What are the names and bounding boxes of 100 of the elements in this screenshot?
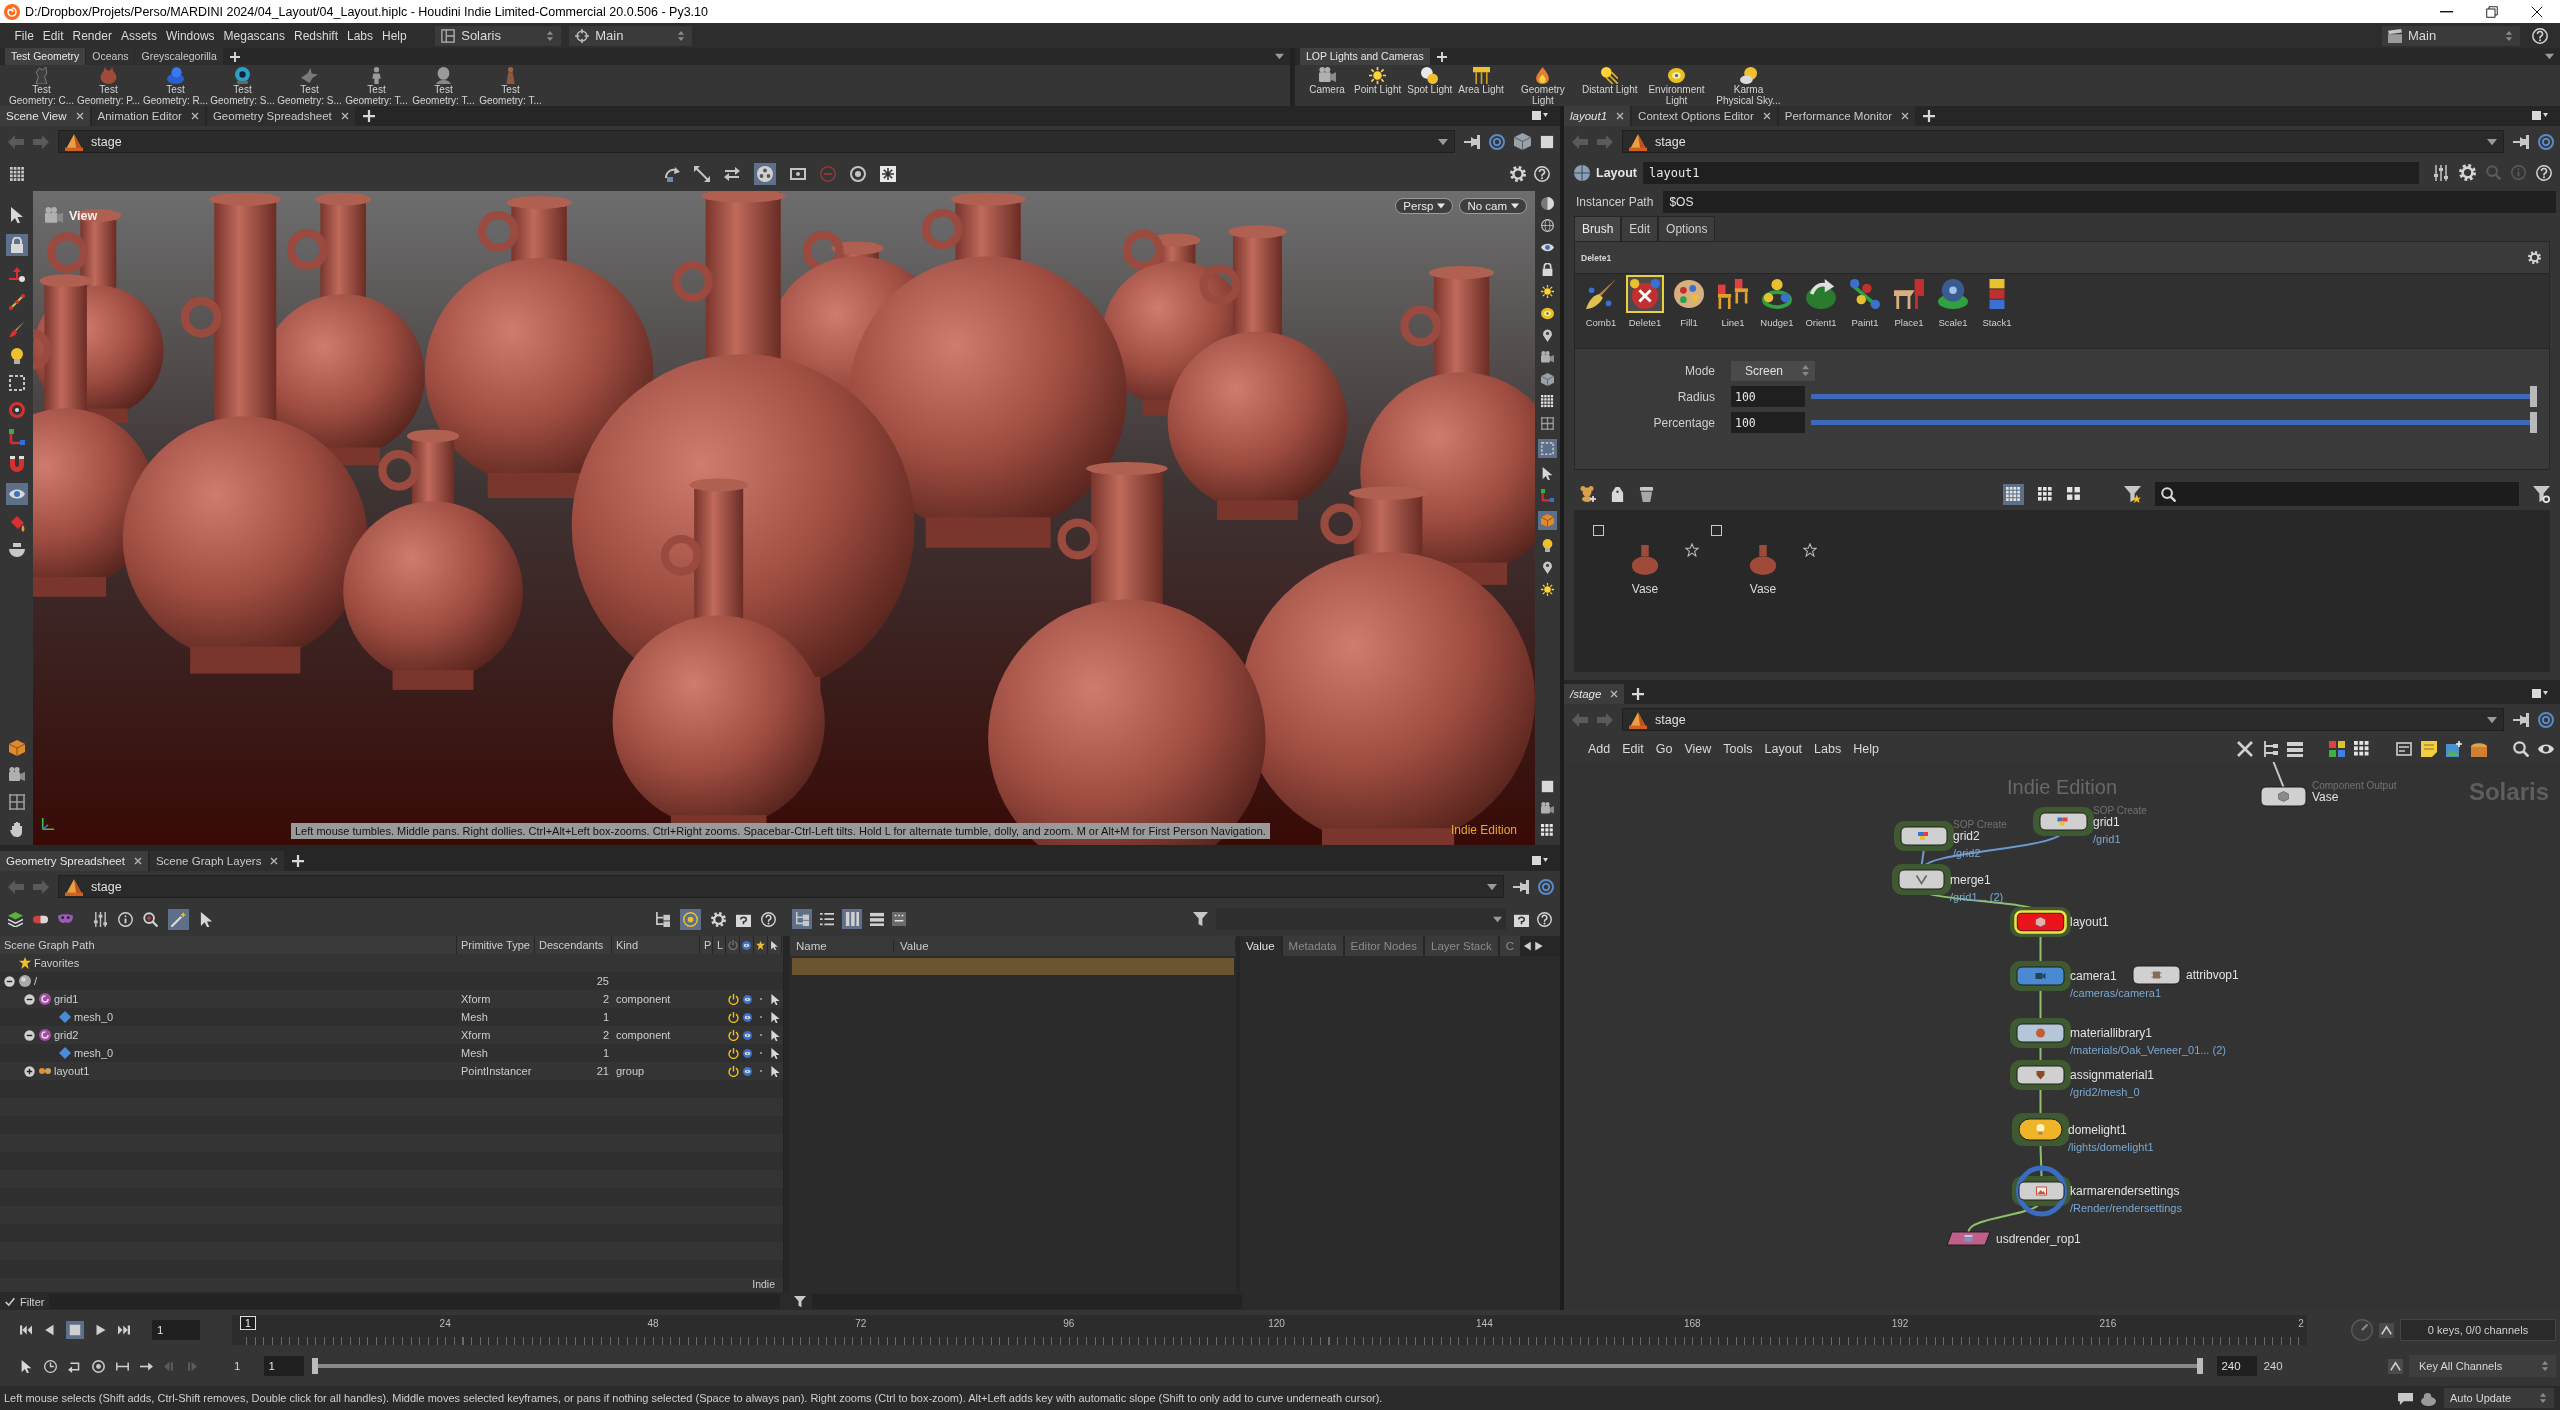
path-field[interactable]: stage	[1622, 708, 2504, 731]
tile-grid-icon[interactable]	[2038, 486, 2053, 502]
dense-grid-icon[interactable]	[1541, 395, 1554, 408]
ring-icon[interactable]	[92, 1359, 105, 1373]
node-name[interactable]: layout1	[2070, 915, 2109, 929]
play-icon[interactable]	[1534, 941, 1545, 951]
box-icon[interactable]	[8, 740, 25, 756]
square-icon[interactable]	[1540, 134, 1554, 149]
move-handle-icon[interactable]	[8, 267, 25, 283]
rows-icon[interactable]	[870, 912, 884, 926]
shelf-tab[interactable]: LOP Lights and Cameras	[1300, 48, 1430, 65]
pin-icon[interactable]	[2513, 133, 2529, 150]
key-channels-icon[interactable]	[2388, 1358, 2403, 1374]
tree-item[interactable]: mesh_0	[74, 1011, 114, 1023]
padlock-icon[interactable]	[5, 234, 28, 256]
network-node[interactable]	[2016, 966, 2065, 986]
node-name[interactable]: Vase	[2312, 789, 2339, 804]
menu-item[interactable]: File	[10, 28, 39, 43]
magnet-icon[interactable]	[8, 456, 25, 472]
search-field[interactable]	[2155, 482, 2519, 506]
tree-item[interactable]: Favorites	[34, 957, 80, 969]
target-icon[interactable]	[1538, 878, 1554, 895]
plus-icon[interactable]	[362, 110, 375, 122]
checkmark-icon[interactable]	[5, 1296, 15, 1307]
menu-item[interactable]: Windows	[161, 28, 220, 43]
clock-icon[interactable]	[44, 1359, 57, 1373]
eye-icon[interactable]	[5, 483, 28, 505]
plus-icon[interactable]	[1436, 51, 1447, 62]
checkbox[interactable]	[1710, 524, 1722, 536]
snowflake-icon[interactable]	[880, 166, 896, 182]
close-icon[interactable]	[2531, 5, 2543, 18]
menu-item[interactable]: Help	[1847, 741, 1885, 756]
node-name[interactable]: camera1	[2070, 969, 2117, 983]
scale-handle-icon[interactable]	[8, 429, 25, 445]
eye-icon[interactable]	[742, 1066, 752, 1076]
star-icon[interactable]	[1685, 543, 1699, 557]
arrow-pointer-icon[interactable]	[1541, 467, 1554, 480]
key-channels-icon[interactable]	[2379, 1322, 2394, 1338]
collapse-icon[interactable]	[3, 975, 15, 987]
pan-arrows-icon[interactable]	[694, 166, 710, 182]
column-header[interactable]: Scene Graph Path	[0, 936, 457, 954]
brush-tool[interactable]: Nudge1	[1755, 275, 1799, 328]
brush-tool[interactable]: Scale1	[1931, 275, 1975, 328]
camera-icon[interactable]	[1541, 351, 1554, 364]
help-icon[interactable]	[1537, 911, 1552, 927]
settings-icon[interactable]	[2528, 251, 2541, 264]
tag-icon[interactable]	[1610, 486, 1625, 502]
shelf-tool[interactable]: Test Geometry: C...	[8, 67, 75, 106]
menu-item[interactable]: Layout	[1758, 741, 1809, 756]
caret-icon[interactable]	[1511, 202, 1519, 210]
slider-handle[interactable]	[2530, 386, 2537, 407]
funnel-icon[interactable]	[1193, 911, 1208, 927]
current-frame-marker[interactable]: 1	[240, 1316, 256, 1330]
camera-icon[interactable]	[45, 207, 63, 225]
range-handle[interactable]	[2197, 1358, 2204, 1374]
parameter-tab[interactable]: Edit	[1621, 216, 1659, 241]
text-field[interactable]: $OS	[1663, 191, 2556, 213]
close-icon[interactable]	[1901, 112, 1910, 120]
dense-grid-icon[interactable]	[2003, 483, 2024, 505]
menu-item[interactable]: Labs	[1808, 741, 1848, 756]
sliders-icon[interactable]	[93, 911, 108, 927]
dolly-arrows-icon[interactable]	[724, 166, 740, 182]
brush-tool[interactable]: Place1	[1887, 275, 1931, 328]
tree-item[interactable]: mesh_0	[74, 1047, 114, 1059]
play-icon[interactable]	[95, 1324, 107, 1336]
vase-icon[interactable]	[1748, 545, 1778, 575]
caret-icon[interactable]	[1275, 52, 1284, 61]
pane-tab[interactable]: Scene View	[0, 106, 90, 126]
column-header[interactable]: P	[700, 936, 713, 954]
menu-item[interactable]: Labs	[342, 28, 378, 43]
name-field[interactable]: layout1	[1643, 161, 2419, 184]
power-icon[interactable]	[727, 1047, 739, 1059]
camera-icon[interactable]	[1541, 802, 1554, 815]
search-icon[interactable]	[2513, 740, 2529, 757]
brush-tile[interactable]	[1626, 275, 1664, 313]
shelf-tool[interactable]: Test Geometry: T...	[410, 67, 477, 106]
speech-bubble-icon[interactable]	[2398, 1390, 2413, 1406]
caret-icon[interactable]	[1487, 881, 1497, 892]
parameter-tab[interactable]: Options	[1658, 216, 1716, 241]
view-menu[interactable]: View	[69, 209, 98, 223]
path-field[interactable]: stage	[1622, 130, 2504, 153]
plus-icon[interactable]	[229, 51, 240, 62]
grid-icon[interactable]	[1541, 417, 1554, 430]
network-node[interactable]	[2018, 1181, 2065, 1201]
help-icon[interactable]	[761, 911, 776, 927]
tile-grid-icon[interactable]	[1541, 824, 1554, 837]
network-node[interactable]	[2016, 1023, 2065, 1043]
up-down-arrows-icon[interactable]	[2540, 1361, 2550, 1371]
shelf-tool[interactable]: Point Light	[1351, 67, 1405, 96]
collapse-icon[interactable]	[23, 1029, 35, 1041]
shelf-tab[interactable]: Test Geometry	[5, 48, 86, 65]
crosshair-target-icon[interactable]	[680, 908, 701, 930]
menu-item[interactable]: Render	[68, 28, 117, 43]
node-name[interactable]: grid1	[2093, 814, 2120, 829]
grid-icon[interactable]	[8, 794, 25, 810]
column-header[interactable]: Name	[790, 940, 894, 952]
brush-tool[interactable]: Delete1	[1623, 275, 1667, 328]
help-icon[interactable]	[2536, 164, 2552, 181]
padlock-icon[interactable]	[1541, 263, 1554, 276]
target-icon[interactable]	[2538, 133, 2554, 150]
